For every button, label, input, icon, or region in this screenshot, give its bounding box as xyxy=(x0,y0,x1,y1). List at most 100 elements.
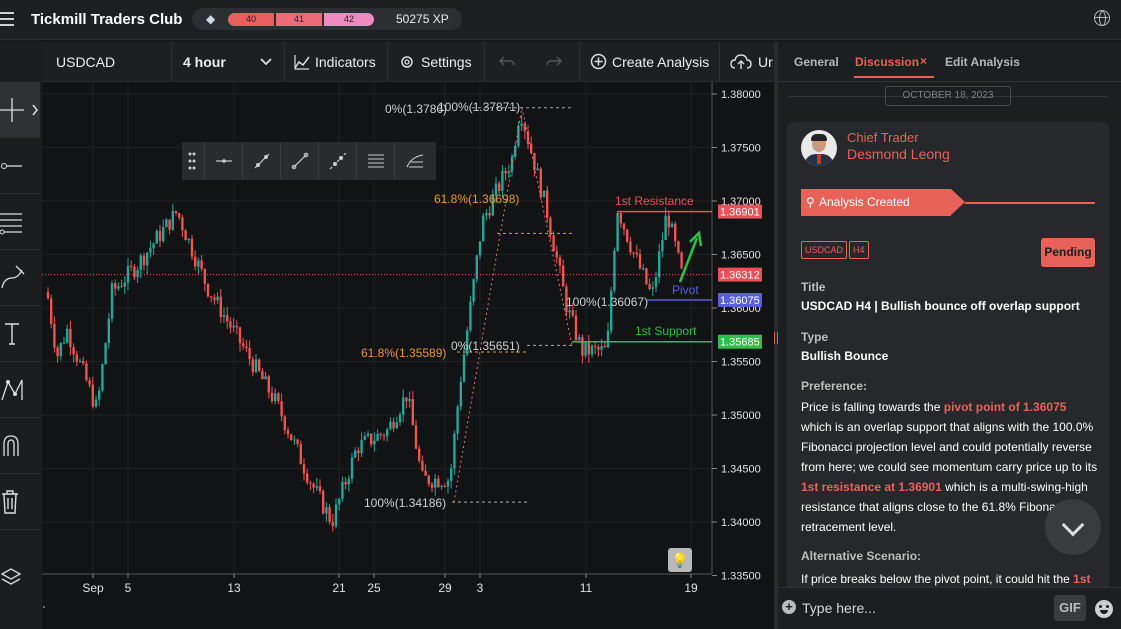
message-input[interactable]: Type here... xyxy=(802,600,876,616)
ray-tool[interactable] xyxy=(242,142,280,180)
candle-body xyxy=(142,255,146,266)
candle-body xyxy=(133,266,136,278)
candle-body xyxy=(104,343,107,365)
pattern-icon xyxy=(1,379,23,401)
active-tab-indicator xyxy=(854,76,934,78)
candle-body xyxy=(638,254,642,269)
price-chart[interactable]: 1.38000 1.37500 1.37000 1.36500 1.36000 1.355… xyxy=(42,82,774,629)
candle-body xyxy=(645,268,648,285)
text-tool[interactable] xyxy=(0,306,40,362)
settings-button[interactable]: Settings xyxy=(421,42,472,81)
symbol-selector[interactable]: USDCAD xyxy=(56,42,115,81)
candle-body xyxy=(293,439,296,441)
candle-body xyxy=(50,298,53,324)
tab-general[interactable]: General xyxy=(794,55,839,69)
candle-body xyxy=(651,287,654,289)
crosshair-tool[interactable] xyxy=(0,82,40,138)
scroll-down-button[interactable] xyxy=(1045,499,1101,555)
y-tick-label: 1.34000 xyxy=(721,517,761,529)
create-analysis-button[interactable]: Create Analysis xyxy=(612,42,709,81)
upload-button[interactable]: Ur xyxy=(758,42,773,81)
candle-body xyxy=(434,478,437,488)
candle-body xyxy=(341,481,344,499)
candle-body xyxy=(66,328,69,343)
tab-discussion[interactable]: Discussion xyxy=(855,55,919,69)
candle-body xyxy=(504,170,507,174)
emoji-icon[interactable] xyxy=(1095,600,1113,618)
level-pill: 42 xyxy=(324,13,374,26)
globe-icon[interactable] xyxy=(1094,10,1110,26)
analysis-type: Bullish Bounce xyxy=(801,349,889,363)
idea-bulb-icon[interactable]: 💡 xyxy=(668,548,692,572)
channel-tool[interactable] xyxy=(356,142,394,180)
timeframe-selector[interactable]: 4 hour xyxy=(183,42,226,81)
candle-body xyxy=(446,480,450,487)
candle-body xyxy=(664,215,667,240)
title-label: Title xyxy=(801,280,826,294)
tab-edit-analysis[interactable]: Edit Analysis xyxy=(945,55,1020,69)
crosshair-icon xyxy=(0,98,38,122)
layers-tool[interactable] xyxy=(0,550,40,606)
delete-tool[interactable] xyxy=(0,474,40,530)
text-icon xyxy=(5,323,19,345)
candle-body xyxy=(510,156,514,172)
undo-icon[interactable] xyxy=(499,56,515,68)
gif-button[interactable]: GIF xyxy=(1054,595,1086,621)
diamond-icon: ◆ xyxy=(206,12,216,26)
candle-body xyxy=(430,484,434,488)
candle-body xyxy=(72,347,75,355)
candle-body xyxy=(213,297,216,301)
extended-line-tool[interactable] xyxy=(318,142,356,180)
fib-100-low-label: 100%(1.34186) xyxy=(364,496,446,510)
close-tab-icon[interactable]: × xyxy=(920,54,927,68)
pattern-tool[interactable] xyxy=(0,362,40,418)
candle-body xyxy=(398,414,402,423)
line-tool[interactable] xyxy=(0,138,40,194)
candle-body xyxy=(117,286,120,289)
candle-body xyxy=(443,486,446,488)
y-tick-label: 1.38000 xyxy=(721,89,761,101)
segment-tool[interactable] xyxy=(280,142,318,180)
candle-body xyxy=(152,243,155,249)
fibonacci-tool[interactable] xyxy=(0,194,40,250)
candle-body xyxy=(309,482,312,484)
magnet-tool[interactable] xyxy=(0,418,40,474)
candle-body xyxy=(386,429,389,437)
axis-dot xyxy=(43,606,45,608)
y-tick-label: 1.35000 xyxy=(721,410,761,422)
candle-body xyxy=(222,315,226,318)
candle-body xyxy=(677,241,680,253)
candle-body xyxy=(562,265,565,287)
candle-body xyxy=(670,223,674,228)
candle-body xyxy=(549,217,552,236)
app-window: Tickmill Traders Club ◆ 40 41 42 50275 X… xyxy=(0,0,1121,629)
add-attachment-icon[interactable]: + xyxy=(782,600,796,614)
gear-icon xyxy=(401,56,413,68)
fib-extension-icon xyxy=(406,154,424,168)
status-badge: Pending xyxy=(1041,238,1095,267)
candle-body xyxy=(226,315,229,322)
menu-icon[interactable] xyxy=(0,12,14,30)
panel-tabs: General Discussion × Edit Analysis xyxy=(778,42,1121,82)
candle-body xyxy=(354,450,357,458)
drag-handle-icon[interactable] xyxy=(188,152,196,170)
fib-extension-tool[interactable] xyxy=(394,142,436,180)
horizontal-line-tool[interactable] xyxy=(204,142,242,180)
candle-body xyxy=(674,223,677,242)
candle-body xyxy=(69,328,72,348)
candle-body xyxy=(411,398,414,426)
candle-body xyxy=(184,230,187,241)
candle-body xyxy=(123,282,126,287)
horizontal-line-icon xyxy=(216,159,232,163)
brush-tool[interactable] xyxy=(0,250,40,306)
candle-body xyxy=(178,213,181,218)
analysis-title: USDCAD H4 | Bullish bounce off overlap s… xyxy=(801,299,1080,313)
chevron-down-icon[interactable] xyxy=(260,57,272,67)
candle-body xyxy=(203,268,206,284)
candle-body xyxy=(427,475,430,485)
candle-body xyxy=(277,393,280,402)
redo-icon[interactable] xyxy=(546,56,562,68)
candle-body xyxy=(536,168,539,171)
candle-body xyxy=(261,370,264,380)
indicators-button[interactable]: Indicators xyxy=(315,42,376,81)
